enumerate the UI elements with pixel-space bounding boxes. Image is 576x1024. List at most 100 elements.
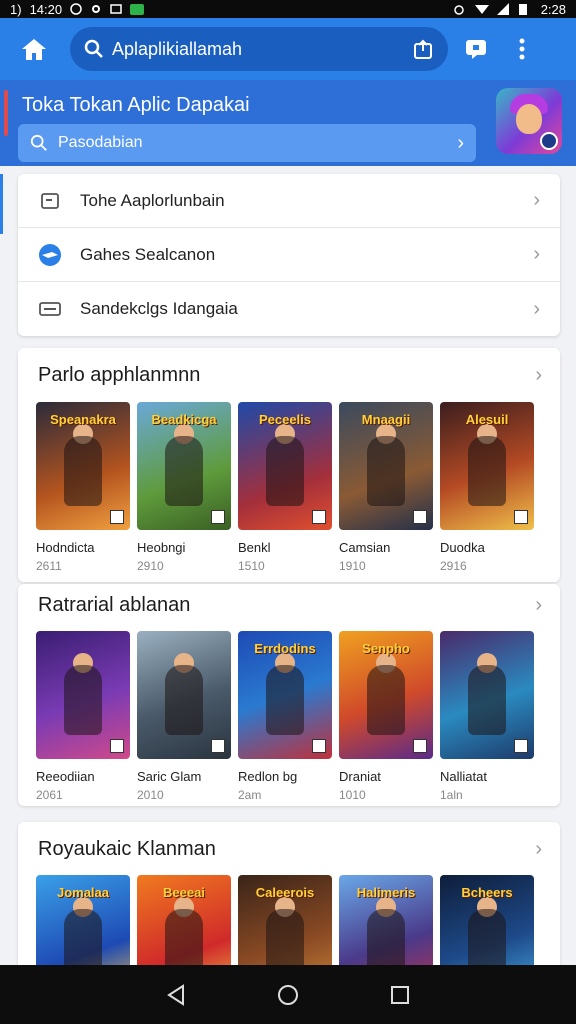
app-logo-text: Caleerois [255,885,315,900]
app-tile[interactable]: Alesuil Duodka 2916 [440,402,534,573]
app-name: Camsian [339,540,391,555]
menu-card: Tohe Aaplorlunbain › Gahes Sealcanon › S… [18,174,560,336]
app-logo-text: Peceelis [258,412,312,427]
chevron-right-icon: › [533,189,540,211]
more-options-button[interactable] [504,31,540,67]
badge-icon [211,739,225,753]
app-logo-text: Senpho [362,641,410,656]
app-subtitle: 2am [238,788,262,802]
app-tile[interactable]: Beadkicga Heobngi 2910 [137,402,231,573]
home-button[interactable] [14,29,54,69]
app-subtitle: 2916 [440,559,467,573]
chevron-right-icon: › [457,131,464,154]
menu-item-settings[interactable]: Sandekclgs Idangaia › [18,282,560,336]
section-title: Parlo apphlanmnn [38,364,201,386]
section-title: Ratrarial ablanan [38,594,191,616]
app-row: Speanakra Hodndicta 2611 Beadkicga Heobngi 29… [36,402,534,573]
app-name: Reeodiian [36,769,95,784]
search-bar[interactable]: Aplaplikiallamah [70,27,448,71]
app-name: Benkl [238,540,271,555]
badge-icon [514,510,528,524]
status-bar: 1) 14:20 2:28 [0,0,576,18]
app-thumbnail: Errdodins [238,631,332,759]
wifi-icon [474,3,489,15]
app-name: Draniat [339,769,381,784]
app-logo-text: Halimeris [356,885,416,900]
search-text: Aplaplikiallamah [112,38,243,59]
recents-icon [391,985,409,1004]
app-tile[interactable]: Reeodiian 2061 [36,631,130,802]
section-title: Royaukaic Klanman [38,838,216,860]
section-recommended: Ratrarial ablanan › Reeodiian 2061 Saric G… [18,584,560,806]
app-logo-text: Bcheers [461,885,513,900]
message-icon [466,40,486,59]
message-button[interactable] [458,31,494,67]
home-nav-button[interactable] [273,980,303,1010]
system-nav-bar [0,965,576,1024]
chevron-right-icon[interactable]: › [535,838,542,861]
app-tile[interactable]: Mnaagii Camsian 1910 [339,402,433,573]
share-icon[interactable] [412,38,434,60]
back-icon [167,983,184,1006]
menu-item-apps[interactable]: Tohe Aaplorlunbain › [18,174,560,228]
app-tile[interactable]: Nalliatat 1aln [440,631,534,802]
menu-item-games[interactable]: Gahes Sealcanon › [18,228,560,282]
app-tile[interactable]: Errdodins Redlon bg 2am [238,631,332,802]
app-name: Redlon bg [238,769,298,784]
badge-icon [312,510,326,524]
search-icon [30,134,47,151]
sync-icon [70,3,82,15]
chevron-right-icon: › [533,243,540,265]
chevron-right-icon[interactable]: › [535,364,542,387]
profile-avatar[interactable] [496,88,562,154]
badge-icon [514,739,528,753]
battery-icon [518,3,531,15]
back-button[interactable] [161,980,191,1010]
menu-item-label: Sandekclgs Idangaia [80,299,238,318]
alarm-icon [453,3,465,15]
store-search-placeholder: Pasodabian [58,134,143,151]
app-logo-text: Beadkicga [151,412,217,427]
app-subtitle: 2910 [137,559,164,573]
app-thumbnail: Speanakra [36,402,130,530]
app-subtitle: 1510 [238,559,265,573]
app-row: Reeodiian 2061 Saric Glam 2010 Errdodins Redl… [36,631,534,802]
recents-button[interactable] [385,980,415,1010]
app-name: Heobngi [137,540,186,555]
app-tile[interactable]: Speanakra Hodndicta 2611 [36,402,130,573]
app-notification-icon [110,3,122,15]
app-subtitle: 1910 [339,559,366,573]
store-search-field[interactable]: Pasodabian › [18,124,476,162]
app-thumbnail: Senpho [339,631,433,759]
home-icon [22,39,46,60]
app-logo-text: Errdodins [254,641,316,656]
avatar-badge-icon [540,132,558,150]
search-icon [84,39,103,58]
app-name: Duodka [440,540,485,555]
store-title: Toka Tokan Aplic Dapakai [22,94,250,116]
app-subtitle: 2061 [36,788,63,802]
top-app-bar: Aplaplikiallamah [0,18,576,80]
more-vertical-icon [519,38,525,60]
section-royal: Royaukaic Klanman › Jomalaa Beeeai Caleero… [18,822,560,1003]
chevron-right-icon[interactable]: › [535,594,542,617]
menu-item-label: Gahes Sealcanon [80,244,216,264]
app-thumbnail: Beadkicga [137,402,231,530]
app-subtitle: 1aln [440,788,463,802]
app-tile[interactable]: Saric Glam 2010 [137,631,231,802]
app-tile[interactable]: Peceelis Benkl 1510 [238,402,332,573]
status-right-time: 2:28 [540,1,566,17]
app-logo-text: Alesuil [465,412,509,427]
badge-icon [413,510,427,524]
app-logo-text: Beeeai [163,885,205,900]
app-tile[interactable]: Senpho Draniat 1010 [339,631,433,802]
badge-icon [110,510,124,524]
store-header: Toka Tokan Aplic Dapakai Pasodabian › [0,80,576,166]
chevron-right-icon: › [533,297,540,320]
battery-saver-icon [130,3,145,15]
app-subtitle: 1010 [339,788,366,802]
app-subtitle: 2010 [137,788,164,802]
badge-icon [312,739,326,753]
app-name: Hodndicta [36,540,95,555]
badge-icon [413,739,427,753]
